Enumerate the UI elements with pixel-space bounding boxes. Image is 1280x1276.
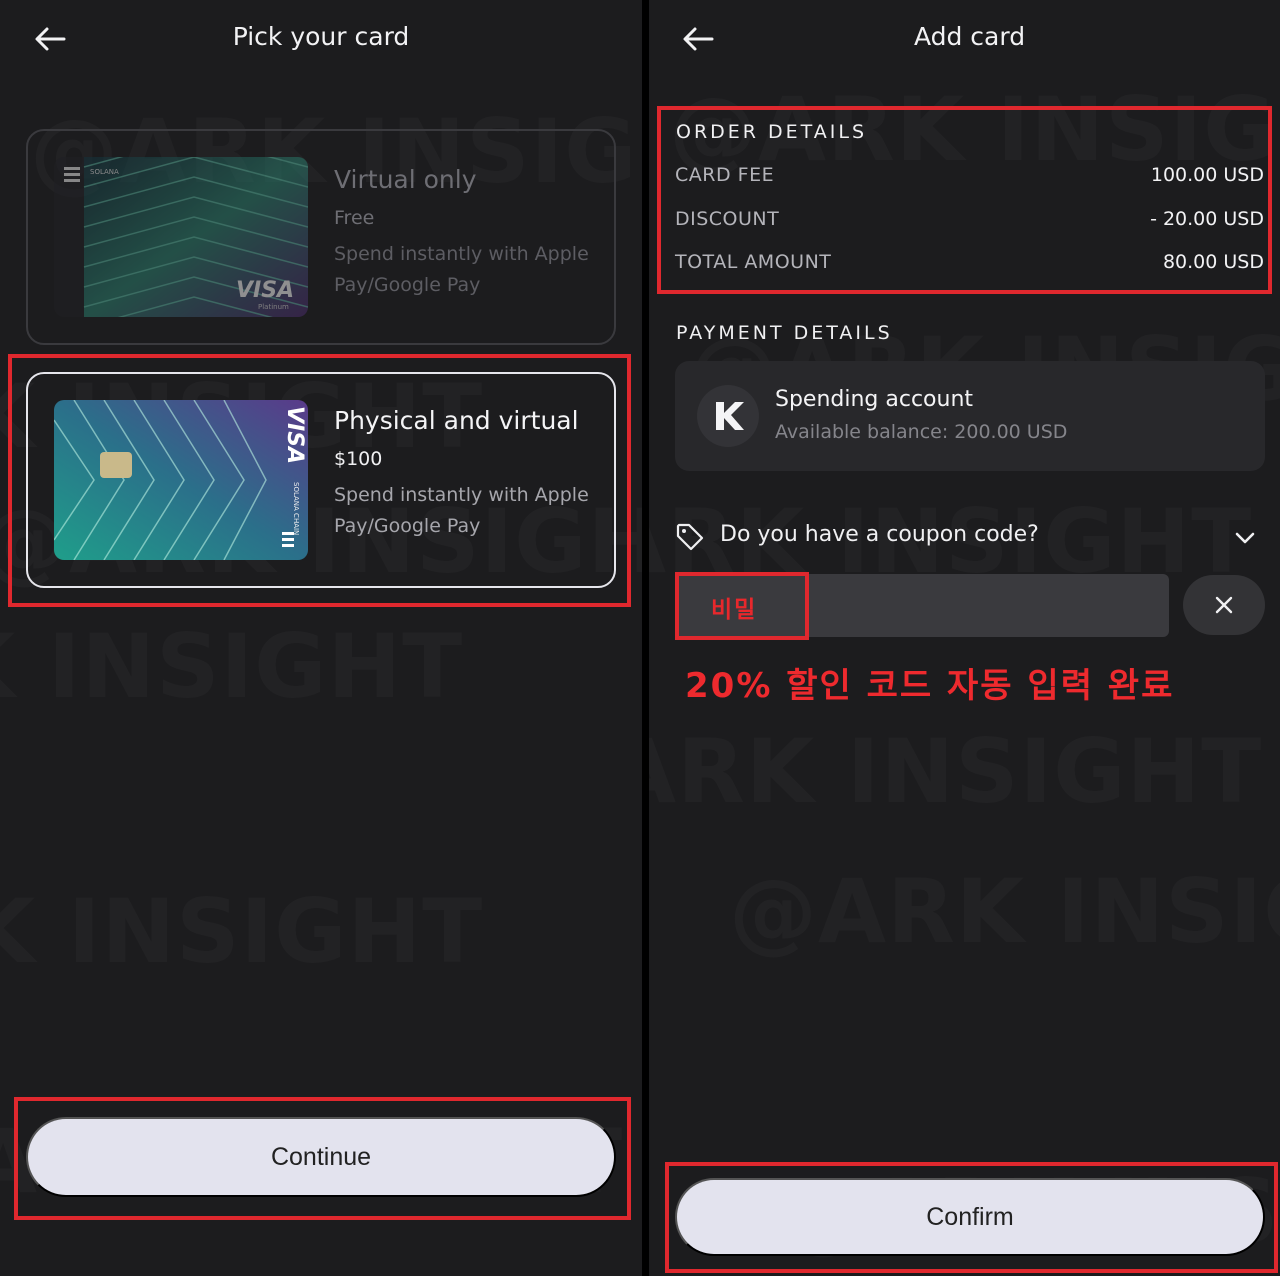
card-fee-value: 100.00 USD [1150, 164, 1264, 186]
chip-icon [100, 452, 132, 478]
svg-text:SOLANA CHAIN: SOLANA CHAIN [292, 482, 300, 535]
option-price: $100 [334, 448, 383, 470]
card-image-virtual: SOLANA VISA Platinum [54, 157, 308, 317]
annotation-text: 20% 할인 코드 자동 입력 완료 [685, 666, 1175, 706]
svg-text:Platinum: Platinum [258, 303, 289, 311]
coupon-code-value: 비밀 [711, 597, 758, 623]
k-logo-icon [697, 385, 759, 447]
page-title: Pick your card [232, 22, 410, 51]
coupon-question: Do you have a coupon code? [720, 522, 1039, 547]
option-description: Spend instantly with Apple Pay/Google Pa… [334, 243, 589, 296]
spending-account-card[interactable]: Spending account Available balance: 200.… [675, 361, 1265, 471]
order-details-heading: ORDER DETAILS [676, 121, 868, 143]
option-title: Virtual only [334, 165, 477, 194]
watermark: @ARK INSIGHT [729, 860, 1280, 963]
option-title: Physical and virtual [334, 406, 579, 435]
add-card-screen: @ARK INSIGHT @ARK INSIGHT @ARK INSIGHT @… [649, 0, 1280, 1276]
account-name: Spending account [775, 387, 974, 412]
option-description: Spend instantly with Apple Pay/Google Pa… [334, 484, 589, 537]
discount-label: DISCOUNT [675, 208, 780, 230]
pick-card-screen: @ARK INSIGHT @ARK INSIGHT @ARK INSIGHT @… [0, 0, 642, 1276]
page-title: Add card [913, 22, 1026, 51]
continue-button[interactable]: Continue [26, 1117, 616, 1197]
total-amount-label: TOTAL AMOUNT [675, 251, 832, 273]
svg-text:VISA: VISA [282, 406, 307, 464]
card-image-physical: VISA SOLANA CHAIN [54, 400, 308, 560]
clear-coupon-button[interactable] [1183, 575, 1265, 635]
coupon-code-input[interactable]: 비밀 [675, 574, 1169, 637]
watermark: @ARK INSIGHT [0, 615, 463, 718]
card-fee-label: CARD FEE [675, 164, 775, 186]
tag-icon [676, 523, 704, 551]
watermark: @ARK INSIGHT [0, 880, 483, 983]
card-option-virtual[interactable]: SOLANA VISA Platinum Virtual only Free S… [26, 129, 616, 345]
option-price: Free [334, 207, 375, 229]
close-icon [1215, 596, 1233, 614]
chevron-down-icon [1235, 532, 1255, 544]
solana-chain-label: SOLANA [90, 168, 119, 176]
discount-value: - 20.00 USD [1150, 208, 1264, 230]
card-option-physical[interactable]: VISA SOLANA CHAIN Physical and virtual $… [26, 372, 616, 588]
svg-text:VISA: VISA [236, 278, 294, 303]
available-balance: Available balance: 200.00 USD [775, 421, 1068, 443]
total-amount-value: 80.00 USD [1162, 251, 1264, 273]
payment-details-heading: PAYMENT DETAILS [676, 322, 893, 344]
coupon-toggle[interactable]: Do you have a coupon code? [675, 518, 1265, 558]
confirm-button[interactable]: Confirm [675, 1178, 1265, 1256]
watermark: @ARK INSIGHT [649, 720, 1262, 823]
